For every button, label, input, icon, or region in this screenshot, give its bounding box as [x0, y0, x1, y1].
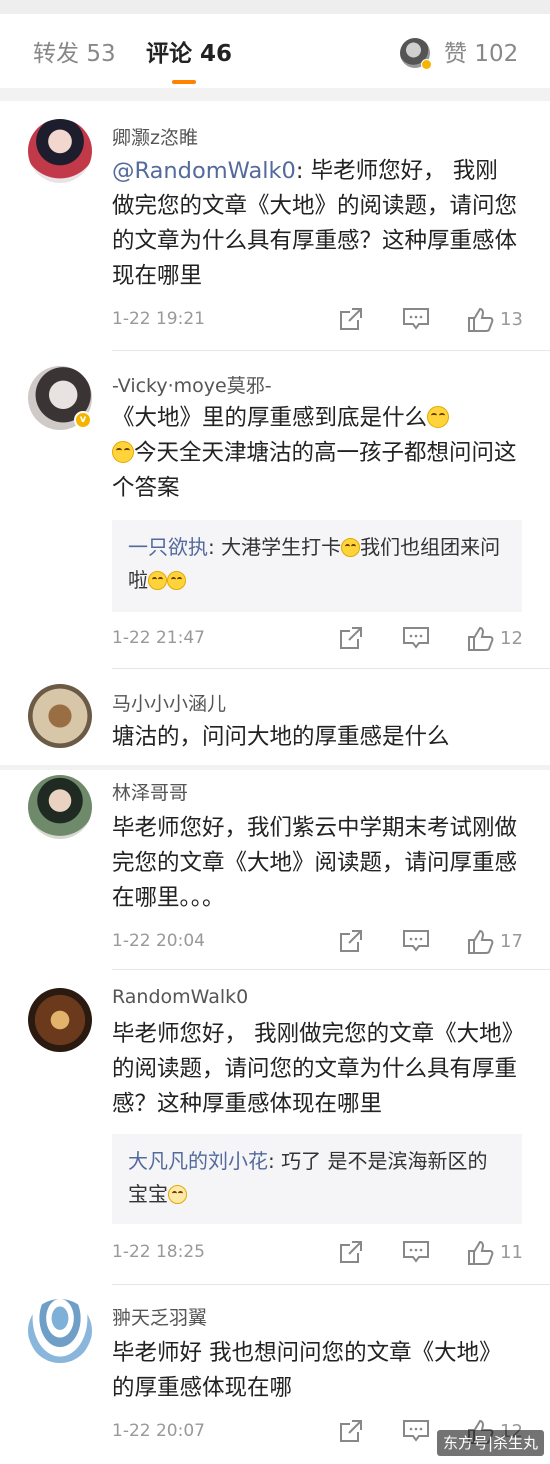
comment-text: 毕老师您好， 我刚做完您的文章《大地》的阅读题，请问您的文章为什么具有厚重感？这… — [112, 1021, 518, 1117]
reply-box[interactable]: 大凡凡的刘小花: 巧了 是不是滨海新区的宝宝 — [112, 1134, 522, 1224]
avatar[interactable] — [28, 988, 92, 1052]
thumbs-up-icon[interactable] — [466, 928, 494, 956]
comment-time: 1-22 21:47 — [112, 628, 205, 648]
avatar[interactable] — [28, 119, 92, 183]
comment-text: 毕老师您好，我们紫云中学期末考试刚做完您的文章《大地》阅读题，请问厚重感在哪里。… — [112, 815, 518, 911]
thumbs-up-icon[interactable] — [466, 625, 494, 653]
tab-like-count: 102 — [474, 41, 519, 67]
reply-text: : 大港学生打卡 — [208, 535, 342, 559]
like-count: 17 — [500, 931, 523, 952]
laugh-cry-emoji-icon — [341, 538, 361, 557]
comment-item: 林泽哥哥 毕老师您好，我们紫云中学期末考试刚做完您的文章《大地》阅读题，请问厚重… — [0, 770, 550, 970]
comment-time: 1-22 18:25 — [112, 1242, 205, 1262]
tab-repost[interactable]: 转发 53 — [33, 40, 116, 68]
reply-author[interactable]: 一只欲执 — [128, 535, 208, 559]
verified-badge-icon — [421, 59, 432, 70]
comment-time: 1-22 20:07 — [112, 1421, 205, 1441]
comment-text-content: 今天全天津塘沽的高一孩子都想问问这个答案 — [112, 440, 517, 501]
like-count: 11 — [500, 1242, 523, 1263]
tab-comment-label: 评论 — [146, 41, 192, 67]
comment-icon[interactable] — [402, 1239, 430, 1267]
comment-text: @RandomWalk0: 毕老师您好， 我刚做完您的文章《大地》的阅读题，请问… — [112, 154, 517, 294]
comment-item: 卿灏z恣睢 @RandomWalk0: 毕老师您好， 我刚做完您的文章《大地》的… — [0, 101, 550, 351]
comment-time: 1-22 19:21 — [112, 309, 205, 329]
tab-like-label: 赞 — [444, 41, 467, 67]
section-separator — [0, 88, 550, 101]
thumbs-up-icon[interactable] — [466, 1239, 494, 1267]
comment-author[interactable]: 翀天乏羽翼 — [112, 1303, 207, 1330]
laugh-cry-emoji-icon — [167, 571, 186, 590]
comment-author[interactable]: 马小小小涵儿 — [112, 689, 226, 716]
comment-author[interactable]: 卿灏z恣睢 — [112, 123, 198, 150]
laugh-cry-emoji-icon — [112, 441, 134, 463]
reply-author[interactable]: 大凡凡的刘小花 — [128, 1149, 268, 1173]
like-count: 13 — [500, 309, 523, 330]
laugh-cry-emoji-icon — [427, 406, 450, 428]
comment-meta: 1-22 18:25 11 — [112, 1239, 523, 1269]
tab-repost-count: 53 — [86, 41, 116, 67]
comment-item: RandomWalk0 毕老师您好， 我刚做完您的文章《大地》的阅读题，请问您的… — [0, 970, 550, 1285]
like-count: 12 — [500, 628, 523, 649]
verified-badge-icon: v — [74, 411, 92, 429]
tab-comment[interactable]: 评论 46 — [146, 40, 232, 68]
thumbs-up-icon[interactable] — [466, 306, 494, 334]
share-icon[interactable] — [338, 306, 364, 334]
comment-meta: 1-22 20:04 17 — [112, 928, 523, 958]
comment-text: 毕老师好 我也想问问您的文章《大地》的厚重感体现在哪 — [112, 1340, 502, 1401]
blush-emoji-icon — [168, 1185, 187, 1204]
reply-box[interactable]: 一只欲执: 大港学生打卡 我们也组团来问啦 — [112, 520, 522, 612]
watermark: 东方号|杀生丸 — [437, 1430, 545, 1456]
active-tab-indicator — [172, 80, 196, 84]
comment-author[interactable]: -Vicky·moye莫邪- — [112, 371, 272, 398]
mention-link[interactable]: @RandomWalk0 — [112, 158, 296, 184]
share-icon[interactable] — [338, 1239, 364, 1267]
comment-meta: 1-22 21:47 12 — [112, 625, 523, 655]
share-icon[interactable] — [338, 625, 364, 653]
comment-item: 马小小小涵儿 塘沽的，问问大地的厚重感是什么 — [0, 669, 550, 767]
comment-icon[interactable] — [402, 1418, 430, 1446]
avatar[interactable] — [28, 1299, 92, 1363]
tab-comment-count: 46 — [200, 41, 233, 67]
share-icon[interactable] — [338, 928, 364, 956]
comment-icon[interactable] — [402, 625, 430, 653]
tab-repost-label: 转发 — [33, 41, 79, 67]
comment-text: 塘沽的，问问大地的厚重感是什么 — [112, 724, 450, 750]
comment-icon[interactable] — [402, 928, 430, 956]
comment-author[interactable]: 林泽哥哥 — [112, 778, 188, 805]
comment-icon[interactable] — [402, 306, 430, 334]
tab-like[interactable]: 赞 102 — [444, 40, 518, 68]
share-icon[interactable] — [338, 1418, 364, 1446]
comment-text: 《大地》里的厚重感到底是什么今天全天津塘沽的高一孩子都想问问这个答案 — [112, 401, 517, 506]
avatar[interactable] — [28, 775, 92, 839]
avatar[interactable] — [28, 684, 92, 748]
comment-author[interactable]: RandomWalk0 — [112, 986, 248, 1008]
comment-item: v -Vicky·moye莫邪- 《大地》里的厚重感到底是什么今天全天津塘沽的高… — [0, 351, 550, 669]
tab-bar: 转发 53 评论 46 赞 102 — [0, 14, 550, 88]
comment-time: 1-22 20:04 — [112, 931, 205, 951]
status-strip — [0, 0, 550, 14]
comment-text-content: 《大地》里的厚重感到底是什么 — [112, 405, 428, 431]
comment-meta: 1-22 19:21 13 — [112, 306, 523, 336]
laugh-cry-emoji-icon — [148, 571, 167, 590]
